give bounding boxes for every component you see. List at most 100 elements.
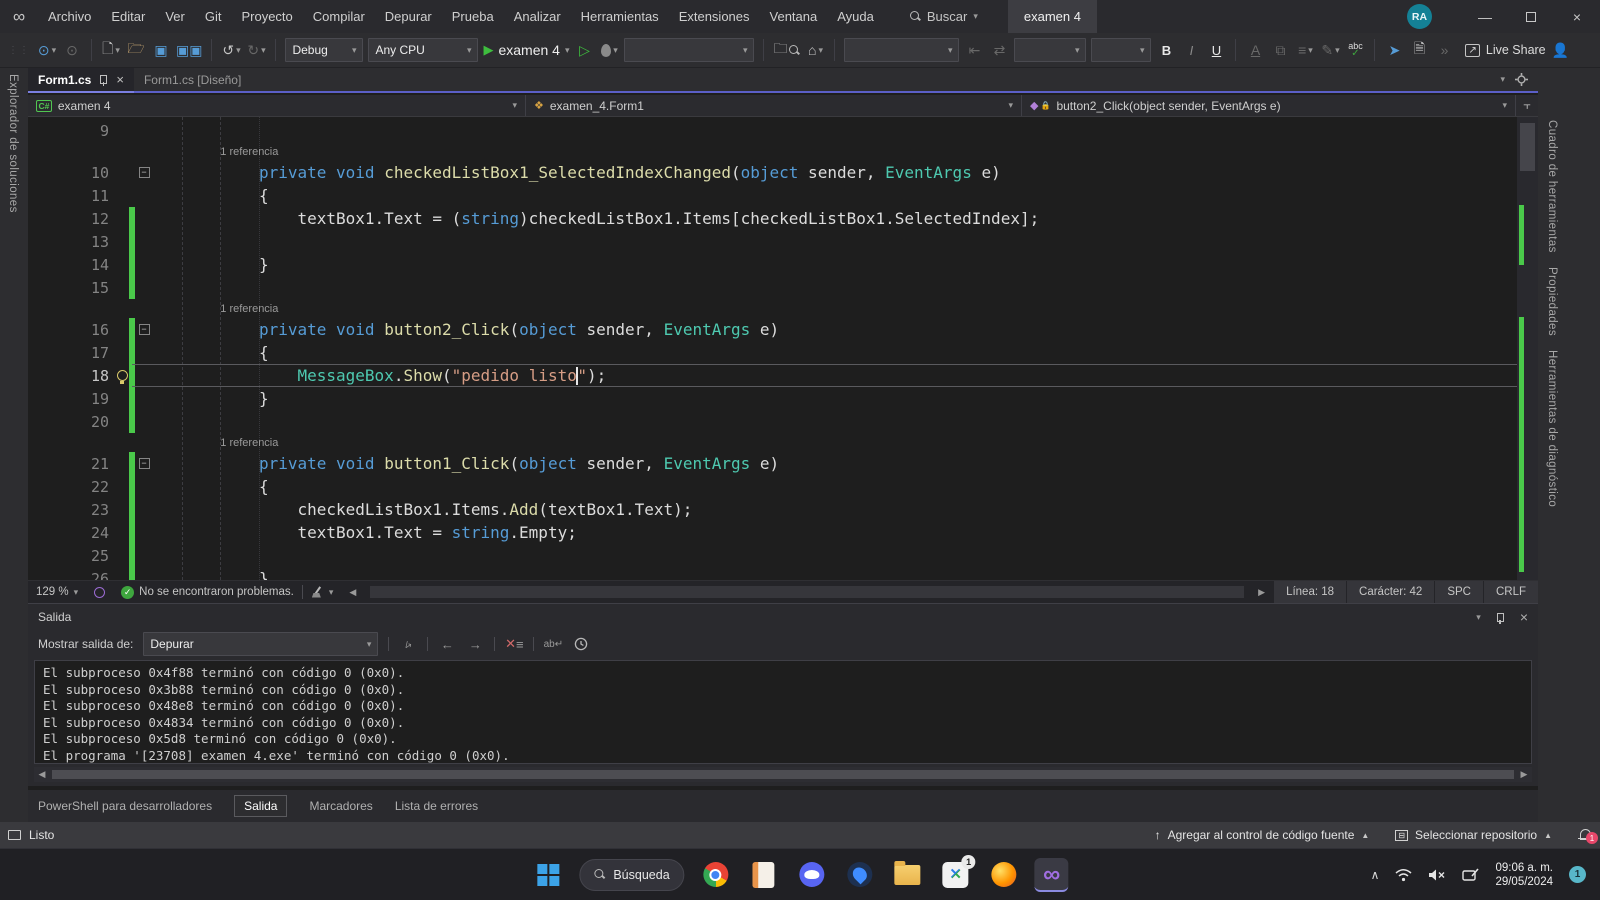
code-line-10[interactable]: 10 − private void checkedListBox1_Select… [28,161,1517,184]
new-project-button[interactable]: 🗋▾ [101,38,121,62]
avatar[interactable]: RA [1407,4,1432,29]
hot-reload-button[interactable]: ▾ [599,38,619,62]
column-indicator[interactable]: Carácter: 42 [1346,581,1434,603]
pointer-mode-button[interactable]: ➤ [1384,38,1404,62]
codelens-row[interactable]: 1 referencia [28,433,1517,452]
live-share-button[interactable]: ↗ Live Share [1465,43,1545,57]
line-ending-indicator[interactable]: CRLF [1483,581,1538,603]
solution-explorer-vertical-tab[interactable]: Explorador de soluciones [7,74,19,213]
next-message-icon[interactable]: → [466,635,484,653]
copy-format-button[interactable]: ⧉ [1270,38,1290,62]
italic-button[interactable]: I [1181,38,1201,62]
menu-depurar[interactable]: Depurar [375,0,442,33]
search-control[interactable]: Buscar ▾ [910,9,978,24]
project-dropdown[interactable]: C# examen 4 ▾ [28,95,526,116]
format-painter-button[interactable]: ✎▾ [1320,38,1340,62]
code-line-26[interactable]: 26 } [28,567,1517,580]
spaces-indicator[interactable]: SPC [1434,581,1483,603]
pin-icon[interactable] [1495,612,1506,623]
code-line-20[interactable]: 20 [28,410,1517,433]
discord-icon[interactable] [795,858,829,892]
tab-bookmarks[interactable]: Marcadores [309,799,372,813]
store-app-icon[interactable]: 1 [939,858,973,892]
code-line-9[interactable]: 9 [28,119,1517,142]
go-to-message-icon[interactable]: ⭟ [399,635,417,653]
add-source-control-button[interactable]: ↑ Agregar al control de código fuente ▲ [1155,828,1370,842]
rename-button[interactable]: ⇤ [964,38,984,62]
platform-dropdown[interactable]: Any CPU▾ [368,38,478,62]
paint-app-icon[interactable] [843,858,877,892]
scroll-left-arrow[interactable]: ◀ [34,769,50,780]
chrome-icon[interactable] [699,858,733,892]
output-source-dropdown[interactable]: Depurar ▾ [143,632,378,656]
code-line-16[interactable]: 16 − private void button2_Click(object s… [28,318,1517,341]
start-debugging-button[interactable]: ▶ examen 4 ▾ [483,38,569,62]
code-line-25[interactable]: 25 [28,544,1517,567]
toolbox-vertical-tab[interactable]: Cuadro de herramientas [1546,120,1558,253]
code-line-21[interactable]: 21 − private void button1_Click(object s… [28,452,1517,475]
codelens-row[interactable]: 1 referencia [28,299,1517,318]
save-all-button[interactable]: ▣▣ [176,38,202,62]
scroll-right-arrow[interactable]: ▶ [1516,769,1532,780]
class-dropdown[interactable]: ❖ examen_4.Form1 ▾ [526,95,1022,116]
menu-ayuda[interactable]: Ayuda [827,0,884,33]
taskbar-search[interactable]: Búsqueda [579,859,684,891]
lightbulb-icon[interactable] [117,370,128,381]
member-dropdown[interactable]: ◆🔒 button2_Click(object sender, EventArg… [1022,95,1516,116]
menu-analizar[interactable]: Analizar [504,0,571,33]
properties-vertical-tab[interactable]: Propiedades [1546,267,1558,336]
empty-dropdown-1[interactable]: ▾ [624,38,754,62]
menu-archivo[interactable]: Archivo [38,0,101,33]
taskbar-clock[interactable]: 09:06 a. m. 29/05/2024 [1495,861,1553,889]
spell-check-button[interactable]: abc✓ [1345,38,1365,62]
configuration-dropdown[interactable]: Debug▾ [285,38,363,62]
empty-dropdown-4[interactable]: ▾ [1091,38,1151,62]
pen-input-icon[interactable] [1462,868,1479,882]
minimize-button[interactable]: — [1462,0,1508,33]
tab-form1-cs-design[interactable]: Form1.cs [Diseño] [134,68,251,91]
menu-compilar[interactable]: Compilar [303,0,375,33]
notification-center-badge[interactable]: 1 [1569,866,1586,883]
problems-indicator[interactable]: ✓ No se encontraron problemas. [113,586,302,599]
solution-explorer-sync-button[interactable]: ⌂▾ [805,38,825,62]
code-line-14[interactable]: 14 } [28,253,1517,276]
output-content[interactable]: El subproceso 0x4f88 terminó con código … [34,660,1532,764]
hscroll-left-arrow[interactable]: ◀ [341,587,364,598]
diagnostics-vertical-tab[interactable]: Herramientas de diagnóstico [1546,350,1558,507]
select-repository-button[interactable]: ⊟ Seleccionar repositorio ▲ [1395,828,1552,842]
line-indicator[interactable]: Línea: 18 [1273,581,1346,603]
visual-studio-taskbar-icon[interactable]: ∞ [1035,858,1069,892]
windows-start-button[interactable] [531,858,565,892]
close-panel-icon[interactable]: × [1520,609,1528,625]
font-color-button[interactable]: A [1245,38,1265,62]
code-line-23[interactable]: 23 checkedListBox1.Items.Add(textBox1.Te… [28,498,1517,521]
tab-form1-cs[interactable]: Form1.cs × [28,68,134,93]
document-list-dropdown-icon[interactable]: ▾ [1500,74,1505,85]
notepad-icon[interactable] [747,858,781,892]
code-editor[interactable]: 9 1 referencia 10 − private void checked… [28,117,1538,580]
open-folder-button[interactable]: 🗁 [126,38,146,62]
find-in-files-button[interactable]: 🗀 [773,38,800,62]
empty-dropdown-2[interactable]: ▾ [844,38,959,62]
save-button[interactable]: ▣ [151,38,171,62]
clear-all-icon[interactable]: ✕≡ [505,635,523,653]
code-line-15[interactable]: 15 [28,276,1517,299]
menu-prueba[interactable]: Prueba [442,0,504,33]
output-horizontal-scrollbar[interactable]: ◀ ▶ [34,767,1532,782]
empty-dropdown-3[interactable]: ▾ [1014,38,1086,62]
editor-vertical-scrollbar[interactable] [1517,117,1538,580]
menu-editar[interactable]: Editar [101,0,155,33]
code-line-24[interactable]: 24 textBox1.Text = string.Empty; [28,521,1517,544]
collapse-region-icon[interactable]: − [139,324,150,335]
underline-button[interactable]: U [1206,38,1226,62]
toolbar-overflow-button[interactable]: » [1434,38,1454,62]
code-line-17[interactable]: 17 { [28,341,1517,364]
notifications-button[interactable]: 1 [1578,828,1592,842]
close-button[interactable]: × [1554,0,1600,33]
split-editor-button[interactable]: ⫟ [1516,95,1538,116]
code-line-18[interactable]: 18 MessageBox.Show("pedido listo"); [28,364,1517,387]
navigate-buttons[interactable]: ⇄ [989,38,1009,62]
add-user-button[interactable]: 👤 [1551,38,1571,62]
file-explorer-icon[interactable] [891,858,925,892]
menu-ventana[interactable]: Ventana [760,0,828,33]
